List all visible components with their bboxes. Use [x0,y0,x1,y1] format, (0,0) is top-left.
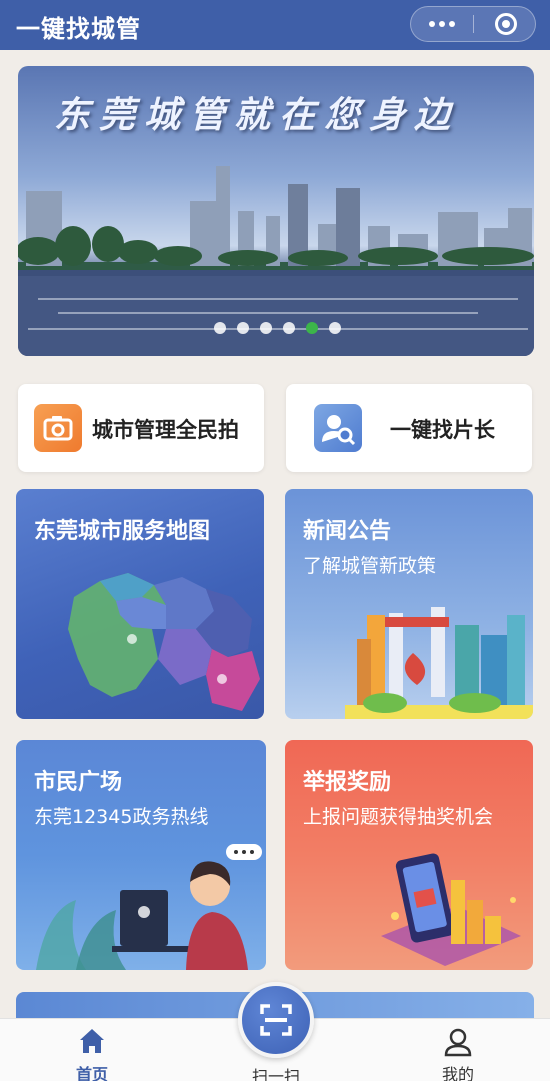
scan-icon [260,1004,292,1036]
carousel-dot[interactable] [260,322,272,334]
scan-label: 扫一扫 [251,1067,300,1081]
app-title: 一键找城管 [16,15,141,43]
home-icon [80,1029,104,1053]
more-dots-icon[interactable] [411,7,473,41]
carousel-dot[interactable] [237,322,249,334]
carousel-dot-active[interactable] [306,322,318,334]
citizen-plaza-subtitle: 东莞12345政务热线 [34,806,209,828]
person-search-icon [314,404,362,452]
app-header: 一键找城管 [0,0,550,50]
citizen-photo-report-label: 城市管理全民拍 [92,418,239,442]
tab-home[interactable]: 首页 [52,1019,132,1081]
find-area-chief-label: 一键找片长 [390,418,495,442]
find-area-chief-button[interactable]: 一键找片长 [286,384,532,472]
news-announcement-card[interactable]: 新闻公告 了解城管新政策 [285,489,533,719]
city-service-map-card[interactable]: 东莞城市服务地图 [16,489,264,719]
citizen-photo-report-button[interactable]: 城市管理全民拍 [18,384,264,472]
user-icon [444,1028,472,1057]
report-reward-title: 举报奖励 [303,770,392,795]
carousel-dot[interactable] [283,322,295,334]
city-service-map-title: 东莞城市服务地图 [34,519,211,544]
tab-me[interactable]: 我的 [418,1019,498,1081]
scan-button[interactable] [238,982,314,1058]
report-reward-card[interactable]: 举报奖励 上报问题获得抽奖机会 [285,740,533,970]
capsule-divider [473,15,474,33]
citizen-plaza-card[interactable]: 市民广场 东莞12345政务热线 [16,740,266,970]
banner-carousel[interactable]: 东莞城管就在您身边 [18,66,534,356]
report-reward-subtitle: 上报问题获得抽奖机会 [303,806,494,828]
target-close-icon[interactable] [495,13,517,35]
news-announcement-subtitle: 了解城管新政策 [303,555,437,577]
banner-slogan: 东莞城管就在您身边 [54,94,460,136]
tab-home-label: 首页 [75,1065,108,1081]
carousel-dot[interactable] [329,322,341,334]
camera-icon [34,404,82,452]
mini-program-capsule [410,6,536,42]
citizen-plaza-title: 市民广场 [34,770,123,795]
carousel-indicator [214,322,341,334]
carousel-dot[interactable] [214,322,226,334]
tab-me-label: 我的 [441,1065,474,1081]
news-announcement-title: 新闻公告 [303,519,392,544]
